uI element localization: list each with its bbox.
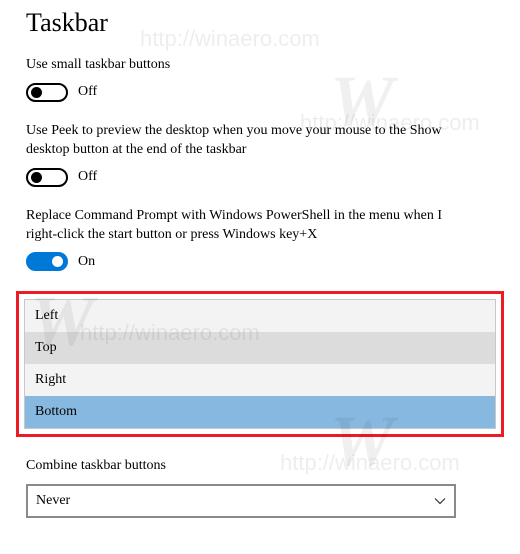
dropdown-item-right[interactable]: Right	[25, 364, 495, 396]
dropdown-item-top[interactable]: Top	[25, 332, 495, 364]
setting-label: Use small taskbar buttons	[26, 56, 456, 75]
page-title: Taskbar	[26, 8, 494, 38]
setting-powershell: Replace Command Prompt with Windows Powe…	[26, 207, 494, 272]
setting-label: Combine taskbar buttons	[26, 457, 456, 476]
dropdown-item-bottom[interactable]: Bottom	[25, 396, 495, 428]
setting-use-peek: Use Peek to preview the desktop when you…	[26, 122, 494, 187]
use-peek-toggle[interactable]	[26, 168, 68, 187]
dropdown-item-left[interactable]: Left	[25, 300, 495, 332]
chevron-down-icon	[434, 495, 446, 507]
toggle-state-text: Off	[78, 84, 97, 100]
taskbar-location-dropdown-list[interactable]: Left Top Right Bottom	[24, 299, 496, 429]
setting-small-buttons: Use small taskbar buttons Off	[26, 56, 494, 102]
taskbar-location-dropdown-highlight: Left Top Right Bottom	[16, 291, 504, 437]
setting-combine-buttons: Combine taskbar buttons Never	[26, 457, 494, 518]
combine-buttons-combobox[interactable]: Never	[26, 484, 456, 518]
setting-label: Replace Command Prompt with Windows Powe…	[26, 207, 456, 245]
powershell-toggle[interactable]	[26, 252, 68, 271]
toggle-state-text: Off	[78, 169, 97, 185]
setting-label: Use Peek to preview the desktop when you…	[26, 122, 456, 160]
small-buttons-toggle[interactable]	[26, 83, 68, 102]
combobox-value: Never	[36, 493, 70, 509]
toggle-state-text: On	[78, 254, 95, 270]
